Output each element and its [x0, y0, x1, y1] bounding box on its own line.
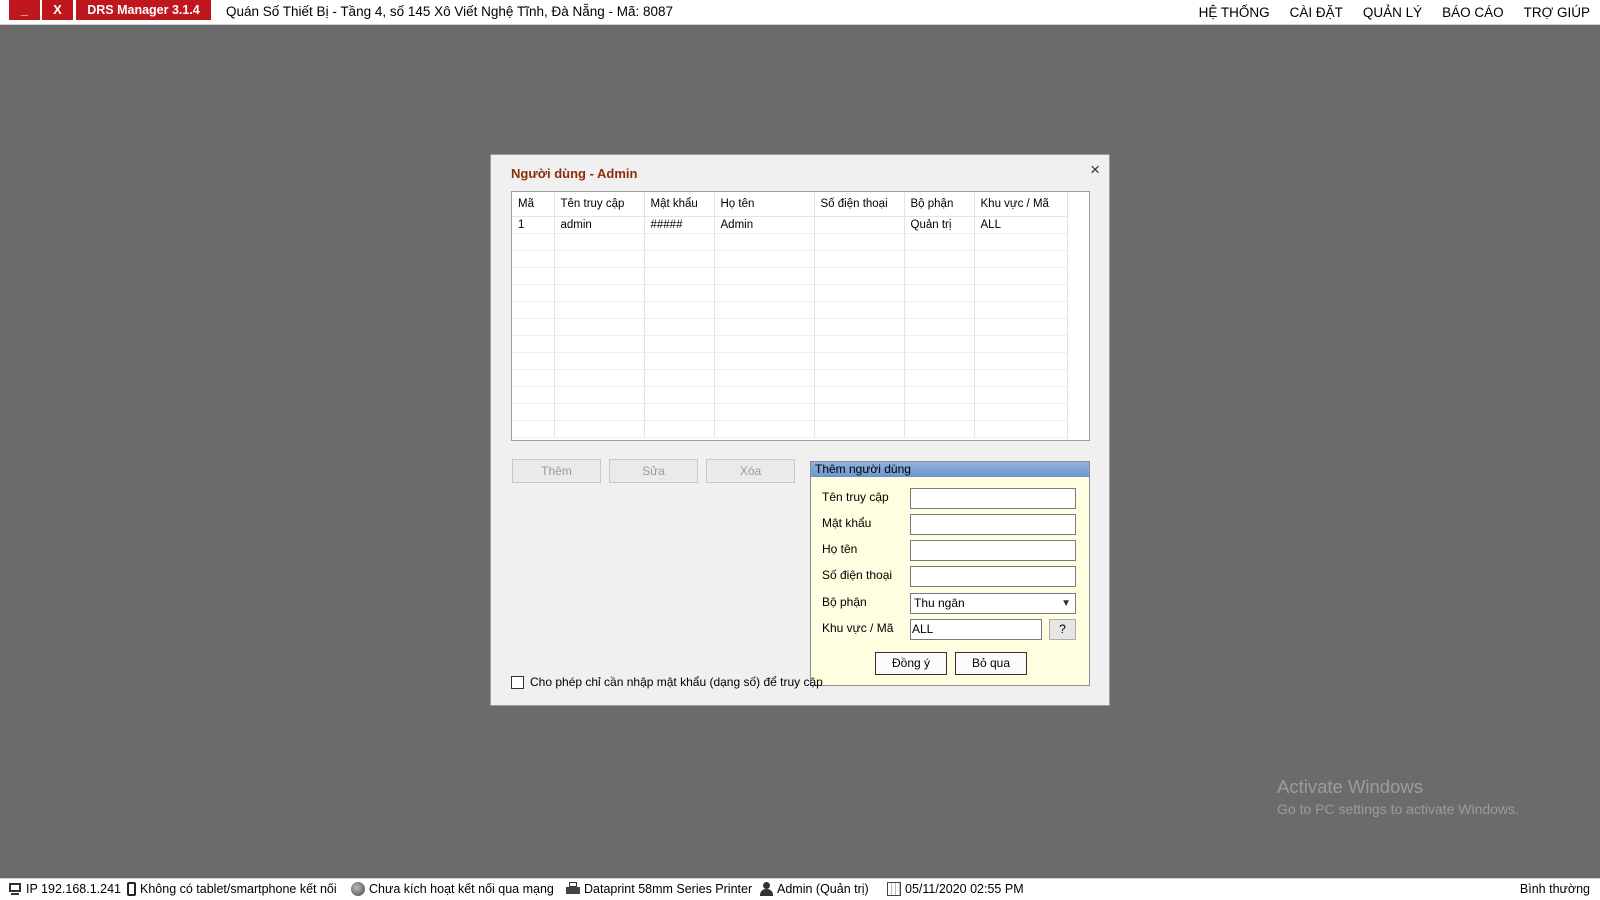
- cell-username: admin: [554, 216, 645, 234]
- empty-row: [512, 250, 1068, 268]
- username-label: Tên truy cập: [822, 490, 889, 504]
- users-table[interactable]: Mã Tên truy cập Mật khẩu Họ tên Số điện …: [511, 191, 1090, 441]
- empty-row: [512, 369, 1068, 387]
- computer-icon: [8, 882, 22, 896]
- add-user-panel-title: Thêm người dùng: [811, 462, 1089, 477]
- cell-department: Quản trị: [904, 216, 975, 234]
- col-header-area[interactable]: Khu vực / Mã: [974, 192, 1068, 217]
- menu-reports[interactable]: BÁO CÁO: [1442, 5, 1504, 20]
- empty-row: [512, 403, 1068, 421]
- status-network: Chưa kích hoạt kết nối qua mạng: [351, 882, 554, 896]
- status-printer-text: Dataprint 58mm Series Printer: [584, 882, 753, 896]
- username-field[interactable]: [910, 488, 1076, 509]
- phone-field[interactable]: [910, 566, 1076, 587]
- table-row[interactable]: 1 admin ##### Admin Quản trị ALL: [512, 216, 1068, 234]
- add-user-panel: Thêm người dùng Tên truy cập Mật khẩu Họ…: [810, 461, 1090, 686]
- ok-button[interactable]: Đồng ý: [875, 652, 947, 675]
- status-user-text: Admin (Quản trị): [777, 882, 869, 896]
- pin-login-checkbox[interactable]: [511, 675, 524, 689]
- edit-button[interactable]: Sửa: [609, 459, 698, 483]
- close-app-button[interactable]: X: [42, 0, 73, 20]
- main-menu: HỆ THỐNG CÀI ĐẶT QUẢN LÝ BÁO CÁO TRỢ GIÚ…: [1199, 5, 1590, 20]
- status-datetime-text: 05/11/2020 02:55 PM: [905, 882, 1024, 896]
- smartphone-icon: [127, 882, 136, 896]
- empty-row: [512, 335, 1068, 353]
- dialog-close-button[interactable]: ×: [1090, 160, 1100, 180]
- empty-row: [512, 318, 1068, 336]
- watermark-subtitle: Go to PC settings to activate Windows.: [1277, 801, 1519, 817]
- area-field[interactable]: ALL: [910, 619, 1042, 640]
- password-label: Mật khẩu: [822, 516, 872, 530]
- chevron-down-icon: ▼: [1061, 598, 1071, 609]
- cell-phone: [814, 216, 905, 234]
- empty-row: [512, 284, 1068, 302]
- menu-manage[interactable]: QUẢN LÝ: [1363, 5, 1422, 20]
- area-help-button[interactable]: ?: [1049, 619, 1076, 640]
- col-header-password[interactable]: Mật khẩu: [644, 192, 715, 217]
- pin-login-option[interactable]: Cho phép chỉ cần nhập mật khẩu (dạng số)…: [511, 675, 823, 689]
- pin-login-label: Cho phép chỉ cần nhập mật khẩu (dạng số)…: [530, 675, 823, 689]
- department-value: Thu ngân: [914, 596, 965, 610]
- department-select[interactable]: Thu ngân ▼: [910, 593, 1076, 614]
- watermark-title: Activate Windows: [1277, 776, 1423, 797]
- menu-system[interactable]: HỆ THỐNG: [1199, 5, 1270, 20]
- empty-row: [512, 233, 1068, 251]
- empty-row: [512, 267, 1068, 285]
- col-header-id[interactable]: Mã: [512, 192, 555, 217]
- status-tablet-text: Không có tablet/smartphone kết nối: [140, 882, 337, 896]
- status-printer: Dataprint 58mm Series Printer: [566, 882, 752, 896]
- cell-password: #####: [644, 216, 715, 234]
- col-header-fullname[interactable]: Họ tên: [714, 192, 815, 217]
- col-header-phone[interactable]: Số điện thoại: [814, 192, 905, 217]
- empty-row: [512, 301, 1068, 319]
- grid-divider: [1067, 192, 1068, 440]
- calendar-icon: [887, 882, 901, 896]
- status-network-text: Chưa kích hoạt kết nối qua mạng: [369, 882, 554, 896]
- status-user: Admin (Quản trị): [759, 882, 869, 896]
- menu-help[interactable]: TRỢ GIÚP: [1524, 5, 1590, 20]
- area-label: Khu vực / Mã: [822, 621, 894, 635]
- dialog-title: Người dùng - Admin: [511, 166, 638, 181]
- menu-settings[interactable]: CÀI ĐẶT: [1290, 5, 1343, 20]
- fullname-field[interactable]: [910, 540, 1076, 561]
- minimize-button[interactable]: _: [9, 0, 40, 20]
- fullname-label: Họ tên: [822, 542, 858, 556]
- status-bar: IP 192.168.1.241 Không có tablet/smartph…: [0, 878, 1600, 900]
- empty-row: [512, 386, 1068, 404]
- shop-info: Quán Số Thiết Bị - Tầng 4, số 145 Xô Viế…: [226, 4, 674, 19]
- status-ip-text: IP 192.168.1.241: [26, 882, 121, 896]
- empty-row: [512, 352, 1068, 370]
- cell-id: 1: [512, 216, 555, 234]
- cell-area: ALL: [974, 216, 1068, 234]
- users-dialog: Người dùng - Admin × Mã Tên truy cập Mật…: [490, 154, 1110, 706]
- empty-row: [512, 420, 1068, 438]
- status-ip: IP 192.168.1.241: [8, 882, 121, 896]
- globe-icon: [351, 882, 365, 896]
- activate-windows-watermark: Activate Windows Go to PC settings to ac…: [1277, 776, 1519, 817]
- password-field[interactable]: [910, 514, 1076, 535]
- add-button[interactable]: Thêm: [512, 459, 601, 483]
- status-mode: Bình thường: [1519, 882, 1590, 896]
- table-header-row: Mã Tên truy cập Mật khẩu Họ tên Số điện …: [512, 192, 1068, 217]
- status-datetime: 05/11/2020 02:55 PM: [887, 882, 1024, 896]
- printer-icon: [566, 882, 580, 896]
- col-header-username[interactable]: Tên truy cập: [554, 192, 645, 217]
- user-icon: [759, 882, 773, 896]
- title-bar: _ X DRS Manager 3.1.4 Quán Số Thiết Bị -…: [0, 0, 1600, 25]
- col-header-department[interactable]: Bộ phận: [904, 192, 975, 217]
- app-title: DRS Manager 3.1.4: [76, 0, 211, 20]
- delete-button[interactable]: Xóa: [706, 459, 795, 483]
- department-label: Bộ phận: [822, 595, 867, 609]
- status-tablet: Không có tablet/smartphone kết nối: [127, 882, 337, 896]
- phone-label: Số điện thoại: [822, 568, 893, 582]
- cell-fullname: Admin: [714, 216, 815, 234]
- skip-button[interactable]: Bỏ qua: [955, 652, 1027, 675]
